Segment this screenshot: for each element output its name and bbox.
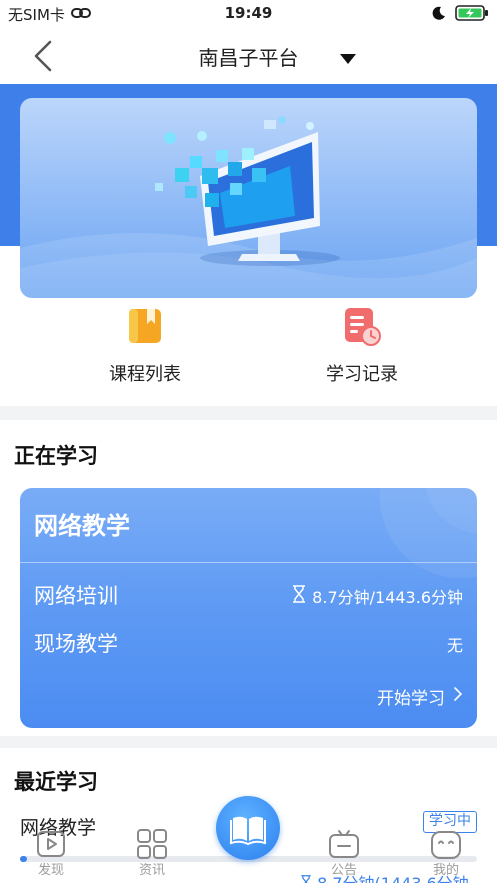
computer-illustration [20,116,477,298]
start-learning-button[interactable]: 开始学习 [377,684,463,709]
row-value: 8.7分钟/1443.6分钟 [292,584,463,608]
clock: 19:49 [224,4,273,22]
tab-label: 我的 [432,863,459,878]
row-label: 现场教学 [34,632,118,656]
notice-icon [327,827,361,861]
status-bar: 无SIM卡 19:49 [0,0,497,28]
value-text: 无 [446,636,463,655]
tab-news[interactable]: 资讯 [117,827,187,878]
learning-card[interactable]: 网络教学 网络培训 8.7分钟/1443.6分钟 现场教学 无 开始学习 [20,488,477,728]
section-title: 最近学习 [14,770,98,794]
moon-icon [431,5,447,25]
book-icon [230,816,266,846]
profile-icon [429,827,463,861]
card-divider [20,562,477,563]
caret-down-icon[interactable] [340,50,356,69]
grid-icon [135,827,169,861]
course-list-icon [125,306,165,346]
shortcut-grid: 课程列表 学习记录 [0,306,497,406]
tab-label: 发现 [37,863,64,878]
tab-label: 公告 [330,863,357,878]
section-title: 正在学习 [14,444,98,468]
start-label: 开始学习 [377,689,445,709]
row-label: 网络培训 [34,584,118,608]
tab-profile[interactable]: 我的 [411,827,481,878]
hourglass-icon [292,585,306,607]
study-record-icon [342,306,382,346]
navigation-bar: 南昌子平台 [0,28,497,84]
tab-notice[interactable]: 公告 [309,827,379,878]
chevron-right-icon [453,686,463,707]
battery-icon [455,4,489,26]
banner-image[interactable] [20,98,477,298]
shortcut-label: 学习记录 [326,364,398,385]
tab-label: 资讯 [138,863,165,878]
duration-text: 8.7分钟/1443.6分钟 [312,588,463,607]
play-icon [34,827,68,861]
card-title: 网络教学 [34,512,130,540]
shortcut-course-list[interactable]: 课程列表 [65,306,225,386]
tab-study-center[interactable] [216,796,280,860]
row-value: 无 [447,632,463,656]
tab-discover[interactable]: 发现 [16,827,86,878]
shortcut-study-record[interactable]: 学习记录 [282,306,442,386]
shortcut-label: 课程列表 [109,364,181,385]
platform-title[interactable]: 南昌子平台 [199,42,299,71]
